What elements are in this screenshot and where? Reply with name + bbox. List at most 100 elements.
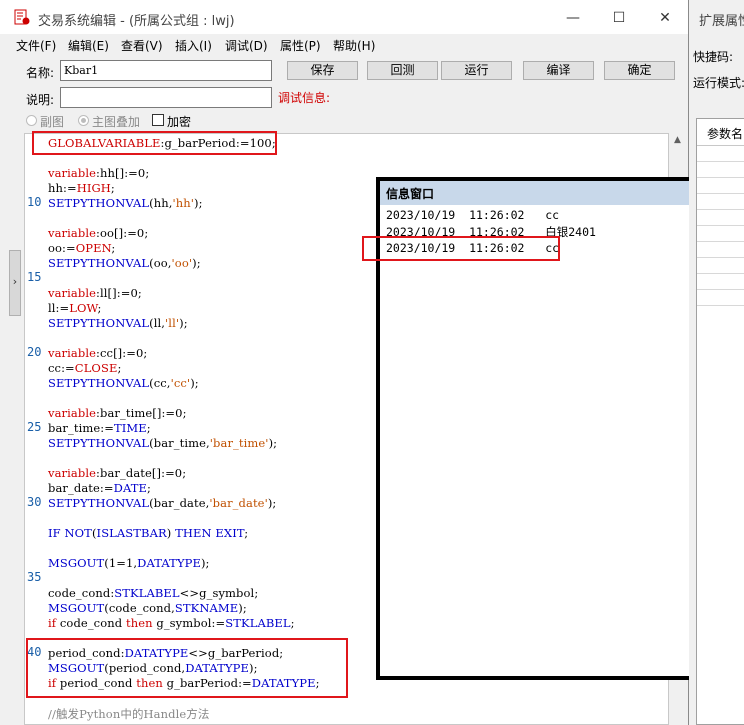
table-row[interactable] xyxy=(697,258,744,274)
code-line: SETPYTHONVAL(bar_date,'bar_date'); xyxy=(48,496,276,510)
code-line: cc:=CLOSE; xyxy=(48,361,121,375)
info-window-title-bar[interactable]: 信息窗口 ✕ xyxy=(380,181,722,205)
save-button[interactable]: 保存 xyxy=(287,61,358,80)
menu-file[interactable]: 文件(F) xyxy=(16,37,56,54)
menu-debug[interactable]: 调试(D) xyxy=(225,37,268,54)
line-number: 15 xyxy=(27,270,42,284)
minimize-button[interactable]: — xyxy=(550,6,596,30)
close-button[interactable]: ✕ xyxy=(642,6,688,30)
code-token: (bar_date, xyxy=(149,496,210,510)
scroll-up-icon[interactable]: ▲ xyxy=(669,135,686,149)
code-token: STKNAME xyxy=(174,601,239,615)
line-number: 20 xyxy=(27,345,42,359)
code-token: ; xyxy=(290,616,295,630)
maximize-button[interactable]: ☐ xyxy=(596,6,642,30)
name-label: 名称: xyxy=(26,66,55,80)
code-token: code_cond xyxy=(56,616,126,630)
code-token: ; xyxy=(244,526,249,540)
code-token: STKLABEL xyxy=(114,586,180,600)
code-token: variable xyxy=(48,226,97,240)
code-token: 'cc' xyxy=(170,376,191,390)
code-token: SETPYTHONVAL xyxy=(48,256,150,270)
code-token: g_symbol:= xyxy=(152,616,226,630)
code-token: <>g_symbol; xyxy=(179,586,259,600)
run-mode-label: 运行模式: xyxy=(693,76,744,90)
highlight-box xyxy=(32,131,277,155)
menu-bar: 文件(F) 编辑(E) 查看(V) 插入(I) 调试(D) 属性(P) 帮助(H… xyxy=(0,34,688,55)
run-button[interactable]: 运行 xyxy=(441,61,512,80)
code-line: SETPYTHONVAL(oo,'oo'); xyxy=(48,256,201,270)
ok-button[interactable]: 确定 xyxy=(604,61,675,80)
name-input[interactable]: Kbar1 xyxy=(60,60,272,81)
main-overlay-radio[interactable] xyxy=(78,115,89,126)
table-row[interactable] xyxy=(697,242,744,258)
side-collapse-handle[interactable]: › xyxy=(9,250,21,316)
code-token: SETPYTHONVAL xyxy=(48,436,150,450)
code-line: code_cond:STKLABEL<>g_symbol; xyxy=(48,586,258,600)
table-row[interactable] xyxy=(697,162,744,178)
sub-chart-label: 副图 xyxy=(40,115,65,129)
code-token: bar_date:= xyxy=(48,481,114,495)
code-token: variable xyxy=(48,166,97,180)
code-line: variable:hh[]:=0; xyxy=(48,166,149,180)
param-name-header: 参数名 xyxy=(707,127,744,141)
code-token: SETPYTHONVAL xyxy=(48,196,150,210)
menu-insert[interactable]: 插入(I) xyxy=(175,37,212,54)
sub-chart-radio[interactable] xyxy=(26,115,37,126)
table-row[interactable] xyxy=(697,290,744,306)
desc-input[interactable] xyxy=(60,87,272,108)
code-token: 'll' xyxy=(165,316,180,330)
code-token: :bar_time[]:=0; xyxy=(96,406,187,420)
code-token: variable xyxy=(48,466,97,480)
code-token: cc:= xyxy=(48,361,75,375)
table-row[interactable] xyxy=(697,194,744,210)
line-number-gutter: 10 15 20 25 30 35 40 xyxy=(25,134,45,724)
menu-help[interactable]: 帮助(H) xyxy=(333,37,375,54)
code-token: hh:= xyxy=(48,181,77,195)
code-token: SETPYTHONVAL xyxy=(48,496,150,510)
window-title: 交易系统编辑 - (所属公式组 : lwj) xyxy=(38,14,235,29)
code-token: ; xyxy=(146,421,151,435)
encrypt-label: 加密 xyxy=(167,115,192,129)
code-token: ; xyxy=(111,241,116,255)
code-line: variable:bar_date[]:=0; xyxy=(48,466,186,480)
code-token: bar_time:= xyxy=(48,421,114,435)
menu-properties[interactable]: 属性(P) xyxy=(280,37,321,54)
code-token: ); xyxy=(200,556,210,570)
code-token: :cc[]:=0; xyxy=(96,346,148,360)
menu-edit[interactable]: 编辑(E) xyxy=(68,37,109,54)
compile-button[interactable]: 编译 xyxy=(523,61,594,80)
code-token: CLOSE xyxy=(74,361,118,375)
code-token: ISLASTBAR xyxy=(96,526,167,540)
code-token: (1=1, xyxy=(104,556,138,570)
code-line: variable:ll[]:=0; xyxy=(48,286,142,300)
code-token: (ll, xyxy=(149,316,166,330)
table-row[interactable] xyxy=(697,226,744,242)
info-window-title: 信息窗口 xyxy=(386,187,435,201)
main-overlay-label: 主图叠加 xyxy=(92,115,141,129)
table-row[interactable] xyxy=(697,210,744,226)
table-row[interactable] xyxy=(697,178,744,194)
code-token: SETPYTHONVAL xyxy=(48,316,150,330)
code-token: ; xyxy=(117,361,122,375)
table-row[interactable] xyxy=(697,146,744,162)
code-token: (oo, xyxy=(149,256,172,270)
code-token: ; xyxy=(97,301,102,315)
code-token: SETPYTHONVAL xyxy=(48,376,150,390)
code-token: (cc, xyxy=(149,376,171,390)
params-table[interactable]: 参数名 xyxy=(696,118,744,725)
code-token: ; xyxy=(110,181,115,195)
code-line: MSGOUT(1=1,DATATYPE); xyxy=(48,556,210,570)
code-token: ; xyxy=(147,481,151,495)
revert-button[interactable]: 回测 xyxy=(367,61,438,80)
info-message: 2023/10/19 11:26:02 cc xyxy=(386,208,560,222)
code-token: 'bar_date' xyxy=(209,496,268,510)
code-token: (bar_time, xyxy=(149,436,210,450)
code-token: MSGOUT xyxy=(48,601,105,615)
code-line: MSGOUT(code_cond,STKNAME); xyxy=(48,601,247,615)
encrypt-checkbox[interactable] xyxy=(152,114,164,126)
menu-view[interactable]: 查看(V) xyxy=(121,37,163,54)
code-line: oo:=OPEN; xyxy=(48,241,115,255)
code-line: SETPYTHONVAL(hh,'hh'); xyxy=(48,196,203,210)
table-row[interactable] xyxy=(697,274,744,290)
